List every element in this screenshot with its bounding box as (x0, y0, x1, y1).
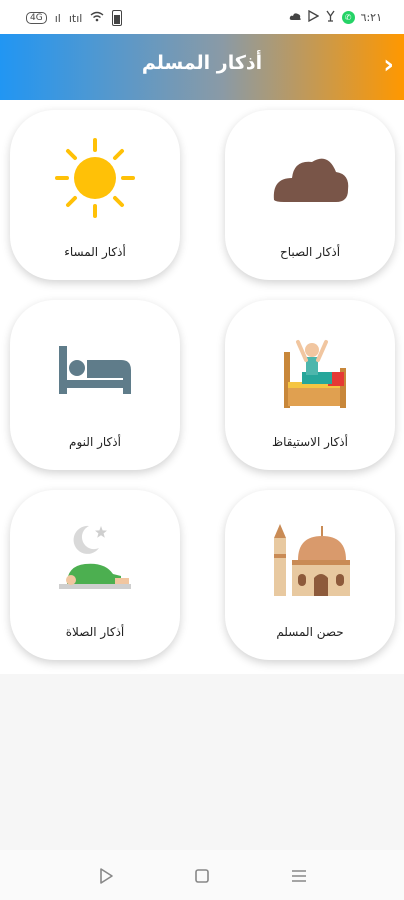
network-badge: 4G (26, 12, 47, 24)
cloud-icon (273, 158, 349, 202)
cards-grid: أذكار الصباح أذكار المساء أذكار الاستيقا… (0, 100, 404, 674)
wifi-icon (90, 11, 104, 25)
phone-cleaner-icon (325, 10, 336, 25)
prayer-icon (59, 525, 131, 589)
data-signal-icon: ıtıl (68, 11, 83, 25)
evening-adhkar-card[interactable]: أذكار المساء (10, 110, 180, 280)
morning-adhkar-card[interactable]: أذكار الصباح (225, 110, 395, 280)
signal-icon: ıl (54, 11, 61, 25)
prayer-adhkar-card[interactable]: أذكار الصلاة (10, 490, 180, 660)
whatsapp-icon: ✆ (341, 11, 355, 24)
play-store-icon (307, 9, 319, 25)
card-label: حصن المسلم (276, 625, 344, 639)
status-right: ✆ ٦:٢١ (289, 9, 382, 25)
home-icon[interactable] (190, 864, 214, 888)
empty-area (0, 674, 404, 850)
bed-icon (59, 346, 131, 394)
clock: ٦:٢١ (360, 11, 382, 24)
card-label: أذكار الاستيقاظ (272, 435, 348, 449)
menu-icon[interactable] (287, 864, 311, 888)
wake-up-bed-icon (284, 340, 346, 408)
page-title: أذكار المسلم (141, 52, 263, 74)
status-bar: 4G ıl ıtıl ✆ ٦:٢١ (0, 0, 404, 34)
hisn-muslim-card[interactable]: حصن المسلم (225, 490, 395, 660)
card-label: أذكار المساء (64, 245, 126, 259)
sun-icon (55, 138, 135, 218)
waking-adhkar-card[interactable]: أذكار الاستيقاظ (225, 300, 395, 470)
status-left: 4G ıl ıtıl (26, 10, 123, 26)
chevron-icon[interactable]: › (383, 50, 394, 80)
cloud-status-icon (289, 11, 302, 24)
back-icon[interactable] (94, 864, 118, 888)
card-label: أذكار الصلاة (65, 625, 125, 639)
battery-icon (112, 10, 123, 26)
app-header: أذكار المسلم › (0, 34, 404, 100)
system-nav-bar (0, 850, 404, 900)
mosque-icon (274, 524, 350, 596)
sleep-adhkar-card[interactable]: أذكار النوم (10, 300, 180, 470)
card-label: أذكار الصباح (279, 245, 341, 259)
card-label: أذكار النوم (69, 435, 121, 449)
